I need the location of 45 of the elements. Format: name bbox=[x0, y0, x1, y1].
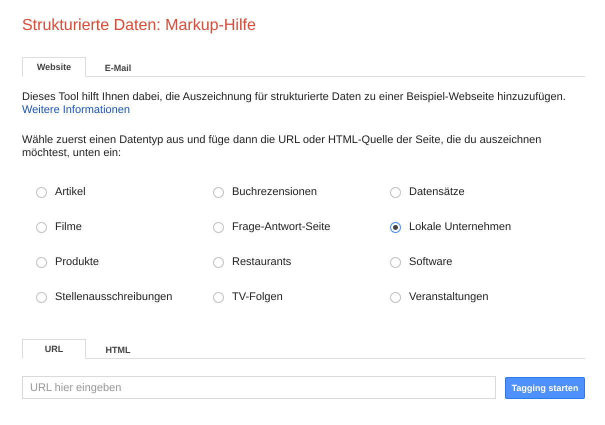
data-type-option[interactable]: Veranstaltungen bbox=[390, 290, 585, 304]
option-label: TV-Folgen bbox=[232, 291, 283, 303]
more-info-link[interactable]: Weitere Informationen bbox=[22, 104, 130, 116]
option-label: Restaurants bbox=[232, 256, 292, 268]
tab[interactable]: E-Mail bbox=[86, 57, 150, 77]
radio-button[interactable] bbox=[36, 186, 47, 198]
radio-button[interactable] bbox=[213, 256, 224, 268]
page-title: Strukturierte Daten: Markup-Hilfe bbox=[22, 17, 257, 35]
option-label: Stellenausschreibungen bbox=[55, 291, 172, 303]
radio-button[interactable] bbox=[390, 186, 401, 198]
tab[interactable]: Website bbox=[22, 57, 86, 77]
option-label: Veranstaltungen bbox=[409, 291, 489, 303]
radio-button[interactable] bbox=[213, 222, 224, 232]
option-label: Software bbox=[409, 256, 452, 268]
data-type-option[interactable]: Datensätze bbox=[390, 185, 585, 199]
radio-button[interactable] bbox=[36, 256, 47, 268]
data-type-option[interactable]: Stellenausschreibungen bbox=[36, 290, 213, 304]
tab[interactable]: HTML bbox=[86, 339, 150, 359]
option-label: Lokale Unternehmen bbox=[409, 221, 512, 233]
data-type-option[interactable]: TV-Folgen bbox=[213, 290, 390, 304]
option-label: Buchrezensionen bbox=[232, 186, 318, 198]
data-type-option[interactable]: Restaurants bbox=[213, 255, 390, 269]
url-field[interactable]: URL hier eingeben bbox=[22, 376, 496, 399]
radio-button[interactable] bbox=[36, 292, 47, 302]
data-type-option[interactable]: Software bbox=[390, 255, 585, 269]
radio-button[interactable] bbox=[213, 292, 224, 302]
radio-button[interactable] bbox=[390, 222, 401, 232]
radio-button[interactable] bbox=[213, 186, 224, 198]
data-type-option[interactable]: Filme bbox=[36, 220, 213, 234]
data-type-option[interactable]: Lokale Unternehmen bbox=[390, 220, 585, 234]
option-label: Filme bbox=[55, 221, 82, 233]
tab[interactable]: URL bbox=[22, 339, 86, 359]
data-type-option[interactable]: Buchrezensionen bbox=[213, 185, 390, 199]
radio-button[interactable] bbox=[390, 256, 401, 268]
intro-text: Dieses Tool hilft Ihnen dabei, die Auszeichnung für strukturierte Daten zu einer Beispiel-Webseite hinzuzufügen. Weitere Informationen bbox=[22, 91, 567, 117]
option-label: Frage-Antwort-Seite bbox=[232, 221, 330, 233]
option-label: Datensätze bbox=[409, 186, 465, 198]
option-label: Produkte bbox=[55, 256, 100, 268]
option-label: Artikel bbox=[55, 186, 86, 198]
data-type-option[interactable]: Produkte bbox=[36, 255, 213, 269]
radio-button[interactable] bbox=[390, 292, 401, 302]
instruction-text: Wähle zuerst einen Datentyp aus und füge dann die URL oder HTML-Quelle der Seite, die du auszeichnen möchtest, unten ein: bbox=[22, 134, 542, 160]
radio-button[interactable] bbox=[36, 222, 47, 232]
data-type-option[interactable]: Artikel bbox=[36, 185, 213, 199]
data-type-option[interactable]: Frage-Antwort-Seite bbox=[213, 220, 390, 234]
